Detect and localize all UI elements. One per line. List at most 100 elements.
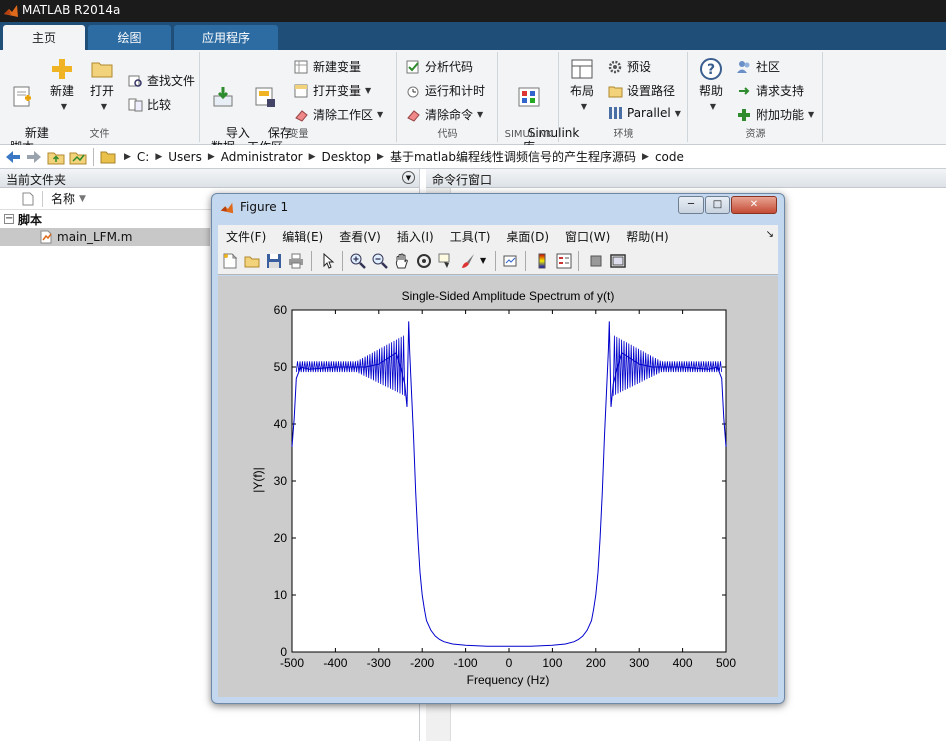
- community-button[interactable]: 社区: [737, 58, 780, 75]
- y-tick-label: 10: [274, 588, 288, 602]
- menu-window[interactable]: 窗口(W): [565, 228, 610, 245]
- new-figure-icon[interactable]: [222, 253, 238, 269]
- chevron-down-icon: ▼: [100, 102, 108, 111]
- layout-label: 布局: [569, 84, 594, 98]
- forward-icon[interactable]: [25, 149, 43, 165]
- chart-title: Single-Sided Amplitude Spectrum of y(t): [402, 289, 615, 303]
- breadcrumb-code[interactable]: code: [655, 150, 684, 164]
- menu-edit[interactable]: 编辑(E): [282, 228, 323, 245]
- x-tick-label: 200: [586, 656, 606, 670]
- layout-icon: [571, 59, 593, 79]
- link-plot-icon[interactable]: [503, 253, 519, 269]
- chevron-down-icon: ▼: [709, 102, 717, 111]
- new-button[interactable]: 新建 ▼: [42, 58, 82, 114]
- breadcrumb-c[interactable]: C:: [137, 150, 149, 164]
- rotate-3d-icon[interactable]: [416, 253, 432, 269]
- hide-plot-tools-icon[interactable]: [588, 253, 604, 269]
- clear-workspace-label: 清除工作区: [313, 108, 374, 122]
- chevron-right-icon: ▶: [155, 151, 163, 162]
- request-support-button[interactable]: 请求支持: [737, 82, 804, 99]
- collapse-icon[interactable]: −: [4, 214, 14, 224]
- breadcrumb-desktop[interactable]: Desktop: [322, 150, 372, 164]
- minimize-button[interactable]: ─: [678, 196, 704, 214]
- code-group-label: 代码: [437, 129, 458, 140]
- tab-plots[interactable]: 绘图: [88, 25, 171, 50]
- run-and-time-button[interactable]: 运行和计时: [406, 82, 485, 99]
- breadcrumb-administrator[interactable]: Administrator: [221, 150, 303, 164]
- pointer-icon[interactable]: [320, 253, 336, 269]
- figure-canvas: Single-Sided Amplitude Spectrum of y(t) …: [218, 276, 778, 697]
- file-type-icon: [22, 192, 34, 205]
- panel-menu-icon[interactable]: ▼: [402, 171, 415, 184]
- tab-home[interactable]: 主页: [3, 25, 85, 50]
- preferences-label: 预设: [627, 60, 652, 74]
- open-file-icon[interactable]: [244, 253, 260, 269]
- chevron-right-icon: ▶: [377, 151, 384, 162]
- window-title: MATLAB R2014a: [22, 3, 121, 17]
- menu-insert[interactable]: 插入(I): [397, 228, 434, 245]
- save-icon[interactable]: [266, 253, 282, 269]
- y-tick-label: 30: [274, 474, 288, 488]
- chevron-down-icon: ▼: [365, 86, 372, 95]
- chevron-down-icon[interactable]: ▼: [480, 256, 486, 265]
- maximize-button[interactable]: □: [705, 196, 730, 214]
- chevron-right-icon: ▶: [124, 151, 131, 162]
- find-files-icon: [128, 75, 142, 87]
- menu-tools[interactable]: 工具(T): [450, 228, 491, 245]
- help-button[interactable]: ? 帮助 ▼: [691, 58, 731, 114]
- set-path-button[interactable]: 设置路径: [608, 82, 675, 99]
- gear-icon: [608, 60, 622, 73]
- menu-file[interactable]: 文件(F): [226, 228, 266, 245]
- zoom-in-icon[interactable]: [350, 253, 366, 269]
- tab-apps[interactable]: 应用程序: [174, 25, 278, 50]
- x-tick-label: 300: [629, 656, 649, 670]
- up-folder-icon[interactable]: [47, 149, 65, 165]
- plot-axes[interactable]: Single-Sided Amplitude Spectrum of y(t) …: [218, 276, 778, 697]
- back-icon[interactable]: [4, 149, 22, 165]
- open-variable-label: 打开变量: [313, 84, 362, 98]
- new-variable-button[interactable]: 新建变量: [294, 58, 361, 75]
- breadcrumb-users[interactable]: Users: [168, 150, 202, 164]
- name-column-header[interactable]: 名称: [51, 190, 75, 207]
- browse-folder-icon[interactable]: [69, 149, 87, 165]
- current-folder-header: 当前文件夹 ▼: [0, 169, 419, 188]
- brush-icon[interactable]: [460, 253, 476, 269]
- parallel-button[interactable]: Parallel ▼: [608, 106, 681, 120]
- chevron-down-icon: ▼: [580, 102, 588, 111]
- dock-arrow-icon[interactable]: ↘: [766, 229, 774, 240]
- add-ons-button[interactable]: 附加功能 ▼: [737, 106, 814, 123]
- layout-button[interactable]: 布局 ▼: [562, 58, 602, 114]
- preferences-button[interactable]: 预设: [608, 58, 651, 75]
- new-script-icon: [13, 86, 31, 107]
- open-button[interactable]: 打开 ▼: [82, 58, 122, 114]
- simulink-library-icon: [518, 87, 540, 107]
- list-item[interactable]: main_LFM.m: [0, 228, 210, 246]
- legend-icon[interactable]: [556, 253, 572, 269]
- clear-commands-button[interactable]: 清除命令 ▼: [406, 106, 483, 123]
- import-data-icon: [213, 87, 233, 107]
- analyze-code-button[interactable]: 分析代码: [406, 58, 473, 75]
- breadcrumb-project-folder[interactable]: 基于matlab编程线性调频信号的产生程序源码: [390, 148, 636, 165]
- x-tick-label: -200: [410, 656, 434, 670]
- close-button[interactable]: ✕: [731, 196, 777, 214]
- pan-hand-icon[interactable]: [394, 253, 410, 269]
- open-variable-button[interactable]: 打开变量 ▼: [294, 82, 371, 99]
- find-files-button[interactable]: 查找文件: [128, 72, 195, 89]
- figure-window: Figure 1 ─ □ ✕ 文件(F) 编辑(E) 查看(V) 插入(I) 工…: [211, 193, 785, 704]
- zoom-out-icon[interactable]: [372, 253, 388, 269]
- figure-toolbar: ▼: [218, 247, 778, 275]
- menu-desktop[interactable]: 桌面(D): [506, 228, 549, 245]
- file-name: main_LFM.m: [57, 230, 133, 244]
- y-axis-label: |Y(f)|: [251, 467, 265, 493]
- compare-button[interactable]: 比较: [128, 96, 171, 113]
- menu-help[interactable]: 帮助(H): [626, 228, 668, 245]
- print-icon[interactable]: [288, 253, 304, 269]
- menu-view[interactable]: 查看(V): [339, 228, 381, 245]
- eraser-icon: [407, 109, 420, 122]
- clear-workspace-button[interactable]: 清除工作区 ▼: [294, 106, 383, 123]
- colorbar-icon[interactable]: [534, 253, 550, 269]
- ribbon: 新建 脚本 新建▼ 打开▼ 查找文件 比较 文件 导入 数据 保存 工作区: [0, 50, 946, 154]
- find-files-label: 查找文件: [147, 74, 196, 88]
- show-plot-tools-icon[interactable]: [610, 253, 626, 269]
- data-cursor-icon[interactable]: [438, 253, 454, 269]
